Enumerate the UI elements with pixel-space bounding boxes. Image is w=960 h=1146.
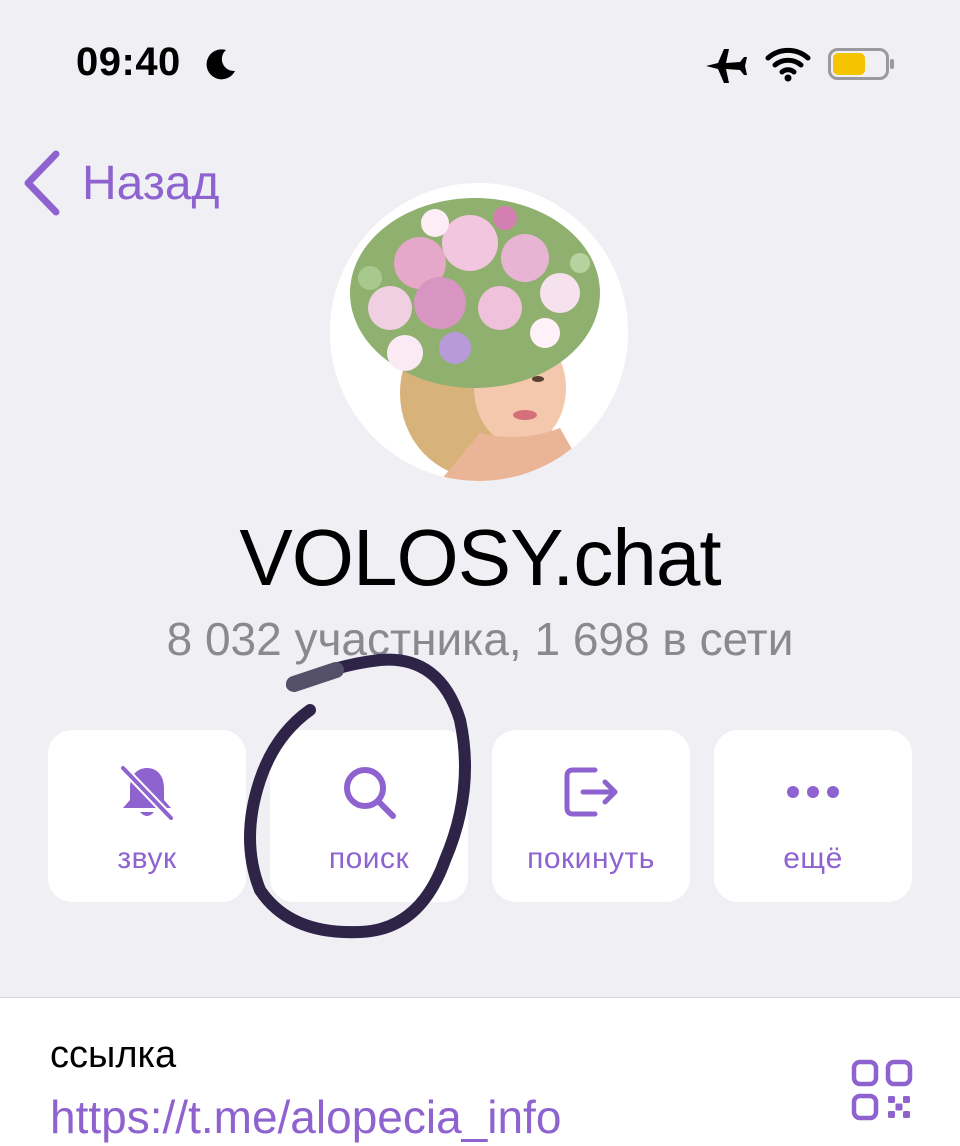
- back-label: Назад: [82, 156, 220, 210]
- battery-icon: [828, 48, 894, 80]
- chevron-left-icon: [24, 150, 60, 216]
- more-button[interactable]: ещё: [714, 730, 912, 902]
- sound-label: звук: [117, 842, 177, 875]
- sound-button[interactable]: звук: [48, 730, 246, 902]
- status-bar: 09:40: [0, 0, 960, 130]
- more-label: ещё: [783, 842, 843, 875]
- back-button[interactable]: Назад: [22, 148, 220, 218]
- info-panel: ссылка https://t.me/alopecia_info: [0, 997, 960, 1146]
- search-label: поиск: [328, 842, 410, 875]
- invite-link[interactable]: https://t.me/alopecia_info: [50, 1090, 561, 1144]
- status-time: 09:40: [76, 40, 181, 84]
- bell-slash-icon: [119, 764, 175, 822]
- leave-label: покинуть: [527, 842, 655, 875]
- search-button[interactable]: поиск: [270, 730, 468, 902]
- avatar[interactable]: [330, 183, 628, 481]
- qr-code-icon[interactable]: [850, 1058, 914, 1122]
- moon-icon: [206, 49, 235, 80]
- wifi-icon: [765, 47, 811, 82]
- action-bar: звук поиск покинуть ещё: [48, 730, 912, 902]
- airplane-icon: [706, 49, 747, 83]
- member-count: 8 032 участника, 1 698 в сети: [166, 613, 794, 665]
- leave-button[interactable]: покинуть: [492, 730, 690, 902]
- link-label: ссылка: [50, 1034, 177, 1076]
- more-icon: [787, 786, 839, 798]
- chat-title: VOLOSY.chat: [239, 513, 721, 602]
- avatar-image: [330, 183, 628, 481]
- search-icon: [344, 767, 396, 819]
- leave-icon: [564, 767, 618, 817]
